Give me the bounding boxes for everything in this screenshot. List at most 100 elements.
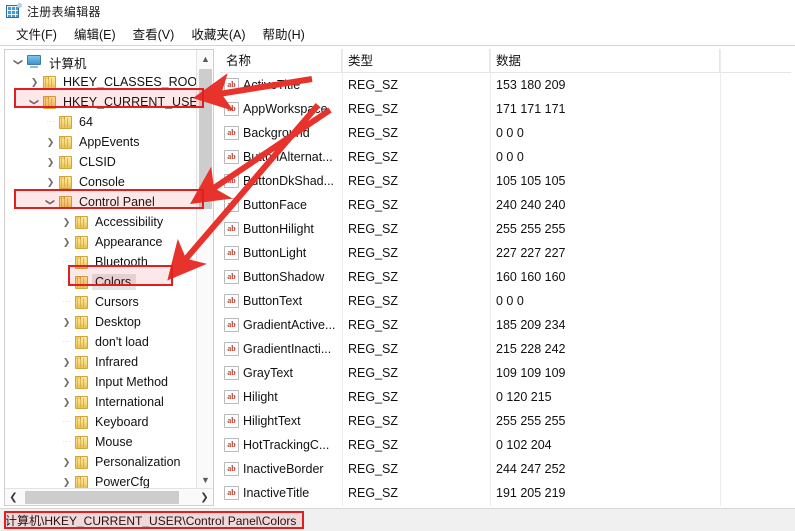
tree-item-bluetooth[interactable]: ··· Bluetooth: [5, 252, 196, 272]
table-row[interactable]: ab AppWorkspace REG_SZ 171 171 171: [220, 97, 791, 121]
tree-horizontal-scrollbar[interactable]: ❮ ❯: [5, 488, 213, 505]
table-row[interactable]: ab ActiveTitle REG_SZ 153 180 209: [220, 73, 791, 97]
tree-item-don-t-load[interactable]: ··· don't load: [5, 332, 196, 352]
tree-item-64[interactable]: ··· 64: [5, 112, 196, 132]
value-data-cell: 171 171 171: [496, 102, 566, 116]
table-row[interactable]: ab InactiveBorder REG_SZ 244 247 252: [220, 457, 791, 481]
table-row[interactable]: ab Hilight REG_SZ 0 120 215: [220, 385, 791, 409]
string-value-icon: ab: [224, 78, 239, 92]
tree-item-colors[interactable]: ··· Colors: [5, 272, 196, 292]
chevron-right-icon[interactable]: ❯: [59, 232, 74, 252]
value-data-cell: 109 109 109: [496, 366, 566, 380]
menu-favorites[interactable]: 收藏夹(A): [183, 22, 254, 45]
table-row[interactable]: ab HilightText REG_SZ 255 255 255: [220, 409, 791, 433]
table-row[interactable]: ab HotTrackingC... REG_SZ 0 102 204: [220, 433, 791, 457]
tree-item-personalization[interactable]: ❯ Personalization: [5, 452, 196, 472]
string-value-icon: ab: [224, 222, 239, 236]
column-header-name[interactable]: 名称: [220, 49, 342, 73]
tree-item-cursors[interactable]: ··· Cursors: [5, 292, 196, 312]
menu-file[interactable]: 文件(F): [8, 22, 66, 45]
tree-item-appearance[interactable]: ❯ Appearance: [5, 232, 196, 252]
tree-item-clsid[interactable]: ❯ CLSID: [5, 152, 196, 172]
chevron-right-icon[interactable]: ❯: [59, 212, 74, 232]
table-row[interactable]: abInactiveTitleTextREG_SZ0 0 0: [220, 505, 791, 506]
chevron-right-icon[interactable]: ❯: [43, 172, 58, 192]
tree-item-hkey-classes-root[interactable]: ❯ HKEY_CLASSES_ROOT: [5, 72, 196, 92]
tree-vscroll-thumb[interactable]: [199, 69, 212, 209]
folder-icon: [58, 155, 74, 169]
tree-item-input-method[interactable]: ❯ Input Method: [5, 372, 196, 392]
tree-hscroll-thumb[interactable]: [25, 491, 179, 504]
tree-item-label: CLSID: [79, 155, 116, 169]
folder-icon: [74, 315, 90, 329]
chevron-right-icon[interactable]: ❯: [59, 352, 74, 372]
tree-item-control-panel[interactable]: ❯ Control Panel: [5, 192, 196, 212]
value-filler-cell: [720, 121, 791, 145]
value-name-cell: ab GrayText: [220, 361, 342, 385]
value-type-cell: REG_SZ: [348, 438, 399, 452]
tree-item-international[interactable]: ❯ International: [5, 392, 196, 412]
tree-vertical-scrollbar[interactable]: ▲ ▼: [196, 50, 213, 488]
menu-edit[interactable]: 编辑(E): [66, 22, 125, 45]
value-data-cell: 255 255 255: [496, 414, 566, 428]
tree-item-accessibility[interactable]: ❯ Accessibility: [5, 212, 196, 232]
table-row[interactable]: ab GradientInacti... REG_SZ 215 228 242: [220, 337, 791, 361]
chevron-right-icon[interactable]: ❯: [59, 452, 74, 472]
value-data-cell: 227 227 227: [496, 246, 566, 260]
tree-item-label: Colors: [92, 274, 137, 290]
table-row[interactable]: ab ButtonFace REG_SZ 240 240 240: [220, 193, 791, 217]
values-header-row: 名称 类型 数据: [220, 49, 791, 73]
table-row[interactable]: ab ButtonShadow REG_SZ 160 160 160: [220, 265, 791, 289]
table-row[interactable]: ab InactiveTitle REG_SZ 191 205 219: [220, 481, 791, 505]
chevron-right-icon[interactable]: ❯: [59, 372, 74, 392]
scroll-down-icon[interactable]: ▼: [197, 471, 213, 488]
menu-view[interactable]: 查看(V): [125, 22, 184, 45]
tree-item-hkey-current-user[interactable]: ❯ HKEY_CURRENT_USER: [5, 92, 197, 112]
tree-item-label: Mouse: [95, 435, 133, 449]
tree-item-powercfg[interactable]: ❯ PowerCfg: [5, 472, 196, 488]
tree-item-desktop[interactable]: ❯ Desktop: [5, 312, 196, 332]
value-data-cell: 240 240 240: [496, 198, 566, 212]
value-filler-cell: [720, 193, 791, 217]
column-header-data[interactable]: 数据: [490, 49, 720, 73]
scroll-up-icon[interactable]: ▲: [197, 50, 213, 67]
value-filler-cell: [720, 505, 791, 506]
table-row[interactable]: ab ButtonText REG_SZ 0 0 0: [220, 289, 791, 313]
string-value-icon: ab: [224, 150, 239, 164]
scroll-right-icon[interactable]: ❯: [196, 489, 213, 505]
value-filler-cell: [720, 481, 791, 505]
chevron-right-icon[interactable]: ❯: [27, 72, 42, 92]
table-row[interactable]: ab Background REG_SZ 0 0 0: [220, 121, 791, 145]
scroll-left-icon[interactable]: ❮: [5, 489, 22, 505]
value-name-text: AppWorkspace: [243, 102, 328, 116]
value-name-text: ButtonDkShad...: [243, 174, 335, 188]
table-row[interactable]: ab ButtonLight REG_SZ 227 227 227: [220, 241, 791, 265]
tree-item-keyboard[interactable]: ··· Keyboard: [5, 412, 196, 432]
table-row[interactable]: ab GradientActive... REG_SZ 185 209 234: [220, 313, 791, 337]
menu-help[interactable]: 帮助(H): [254, 22, 313, 45]
value-name-text: InactiveTitleText: [243, 505, 332, 506]
tree-item-infrared[interactable]: ❯ Infrared: [5, 352, 196, 372]
chevron-right-icon[interactable]: ❯: [43, 132, 58, 152]
tree-item-label: HKEY_CLASSES_ROOT: [63, 75, 196, 89]
value-data-cell: 0 102 204: [496, 438, 552, 452]
tree-item-[interactable]: ❯ 计算机: [5, 52, 196, 72]
table-row[interactable]: ab GrayText REG_SZ 109 109 109: [220, 361, 791, 385]
value-name-cell: ab ActiveTitle: [220, 73, 342, 97]
table-row[interactable]: ab ButtonHilight REG_SZ 255 255 255: [220, 217, 791, 241]
tree-item-mouse[interactable]: ··· Mouse: [5, 432, 196, 452]
value-name-cell: ab InactiveTitle: [220, 481, 342, 505]
registry-tree-scroll: ❯ 计算机 ❯ HKEY_CLASSES_ROOT ❯ HKEY_CURRENT_USER…: [5, 50, 196, 488]
tree-item-console[interactable]: ❯ Console: [5, 172, 196, 192]
value-data-cell: 255 255 255: [496, 222, 566, 236]
computer-icon: [26, 55, 43, 69]
tree-item-appevents[interactable]: ❯ AppEvents: [5, 132, 196, 152]
table-row[interactable]: ab ButtonAlternat... REG_SZ 0 0 0: [220, 145, 791, 169]
chevron-right-icon[interactable]: ❯: [59, 472, 74, 488]
chevron-right-icon[interactable]: ❯: [59, 312, 74, 332]
table-row[interactable]: ab ButtonDkShad... REG_SZ 105 105 105: [220, 169, 791, 193]
column-header-type[interactable]: 类型: [342, 49, 490, 73]
value-filler-cell: [720, 409, 791, 433]
chevron-right-icon[interactable]: ❯: [43, 152, 58, 172]
chevron-right-icon[interactable]: ❯: [59, 392, 74, 412]
